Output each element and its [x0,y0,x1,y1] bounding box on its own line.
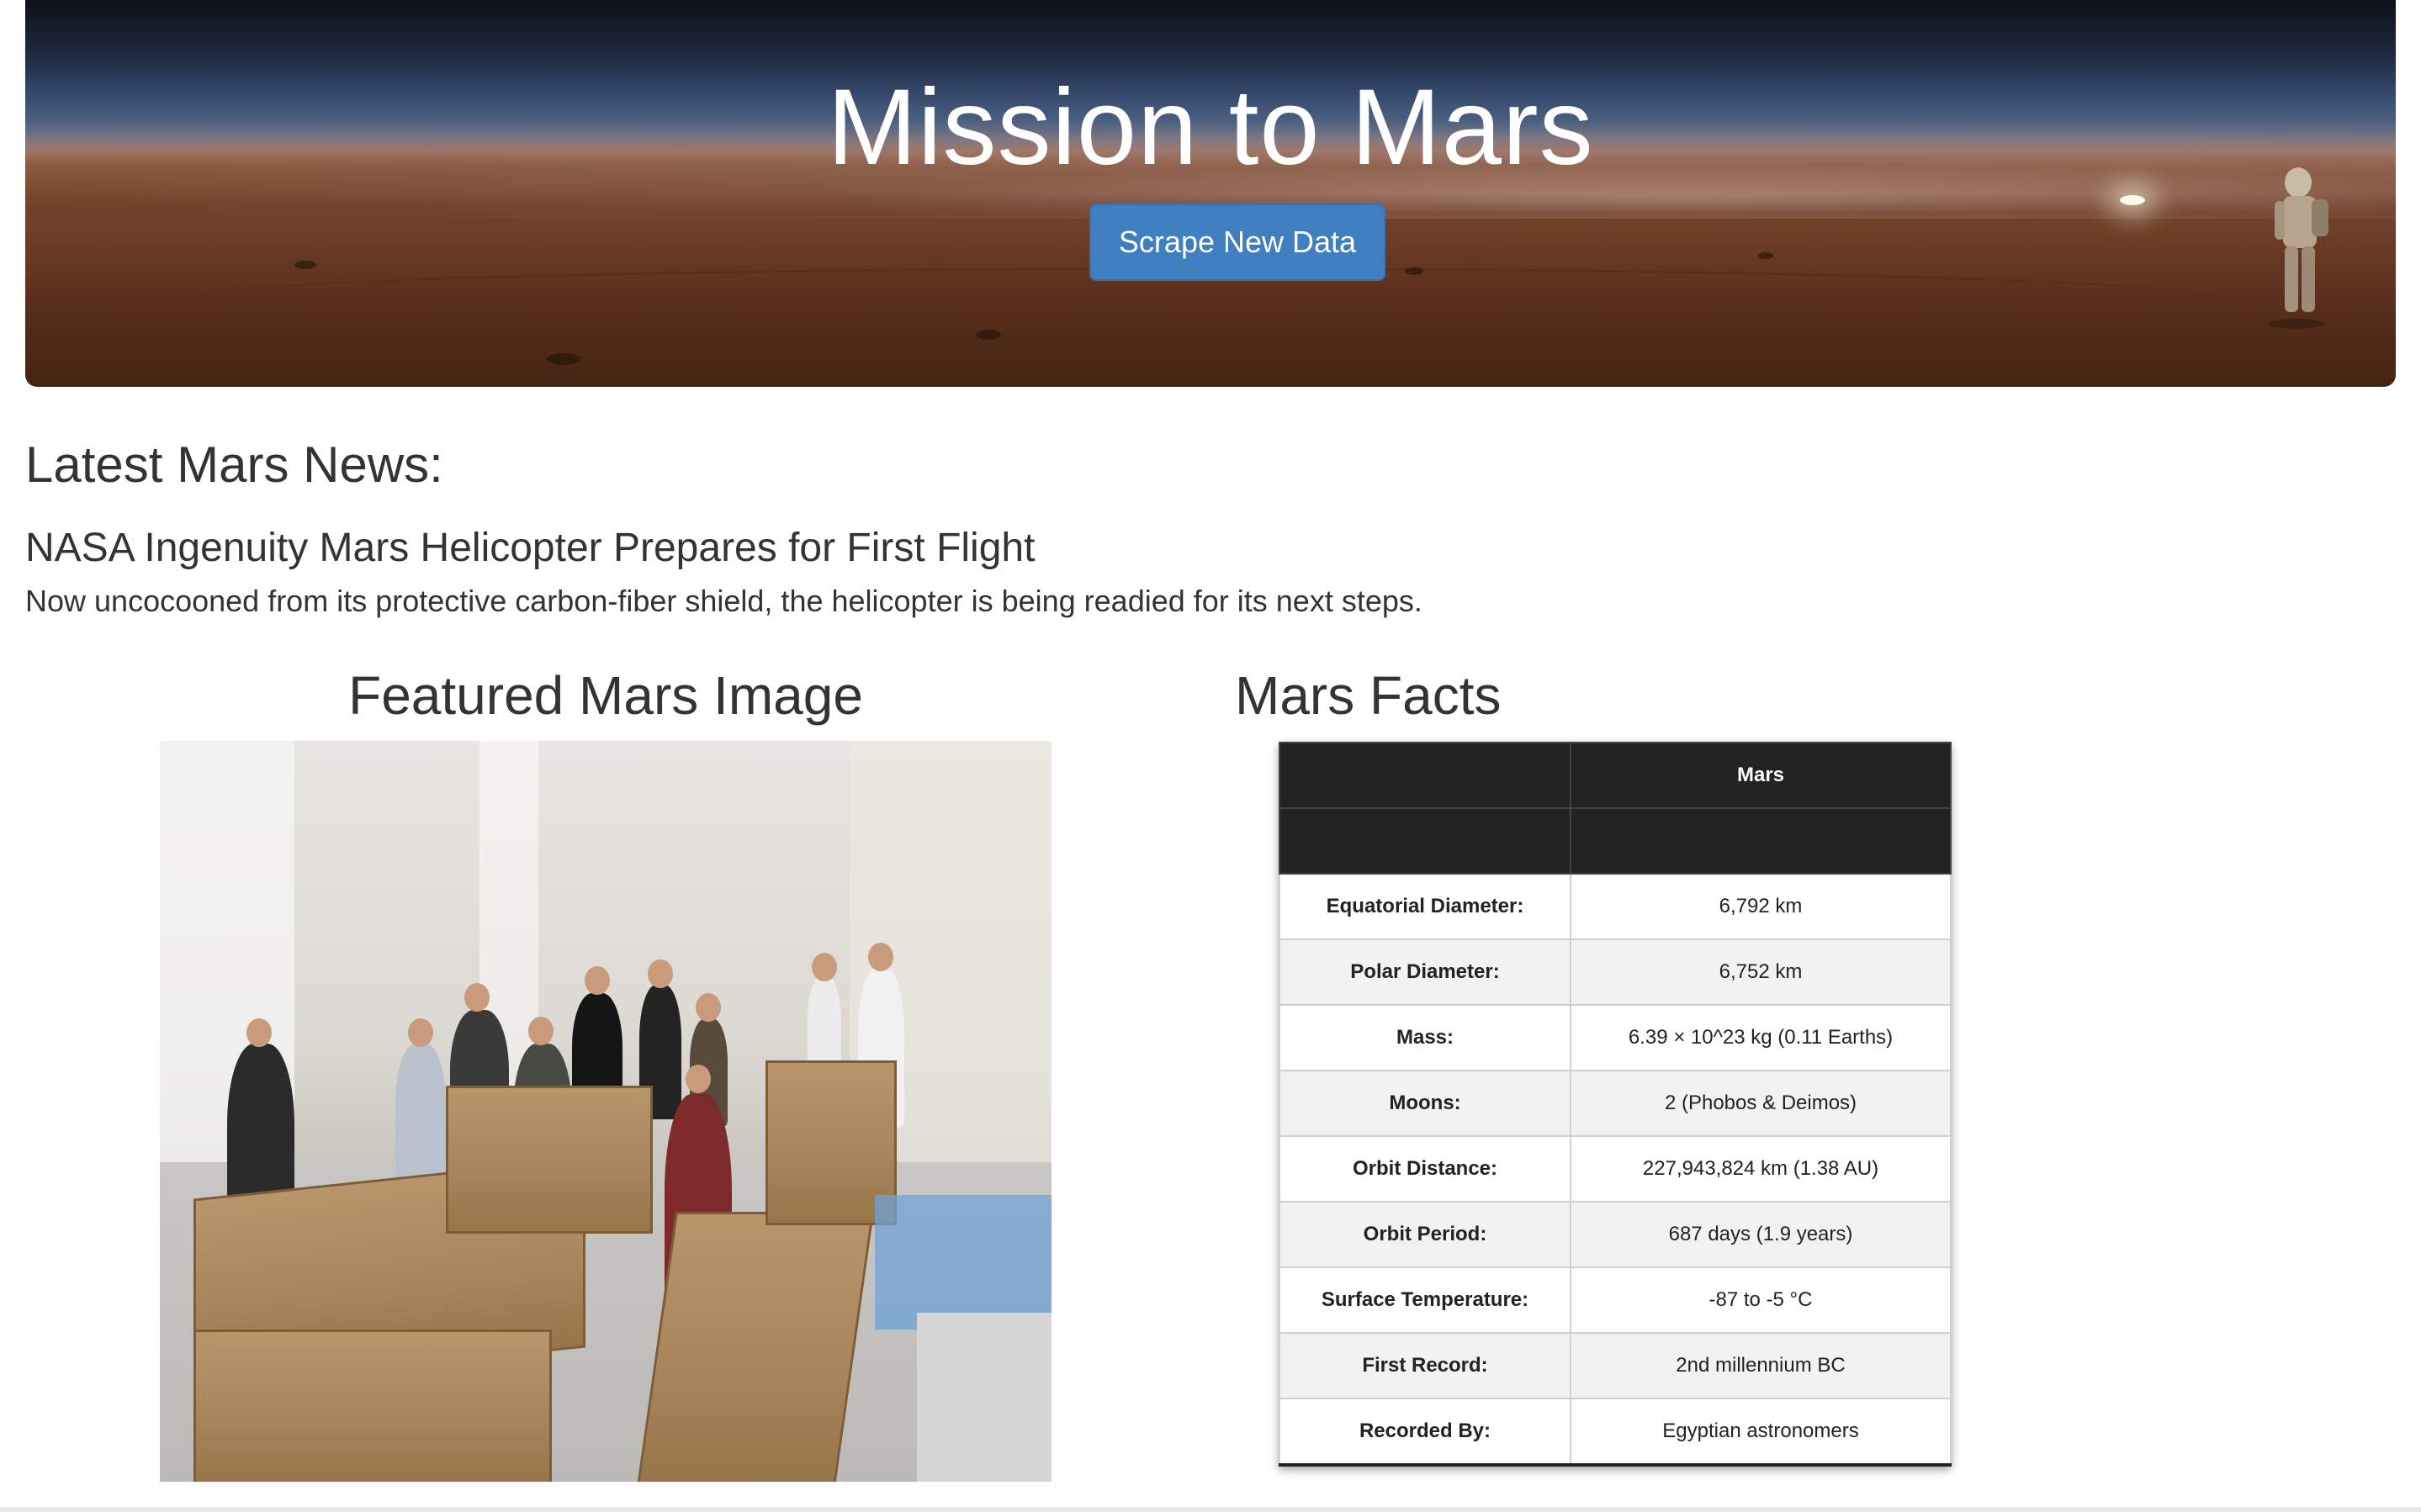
header-blank-cell [1279,742,1571,809]
fact-value: 687 days (1.9 years) [1570,1201,1952,1268]
fact-label: Orbit Distance: [1279,1135,1571,1203]
mars-hero-banner: Mission to Mars Scrape New Data [25,0,2396,387]
person-head [812,953,837,981]
rock [1405,267,1423,275]
cabinet [917,1313,1052,1482]
person-head [464,983,490,1012]
fact-label: Polar Diameter: [1279,938,1571,1006]
fact-value: 6,752 km [1570,938,1952,1006]
table-row: Equatorial Diameter: 6,792 km [1279,873,1952,940]
fact-value: 2 (Phobos & Deimos) [1570,1070,1952,1137]
page: Mission to Mars Scrape New Data Latest M… [0,0,2421,1512]
fact-value: 6.39 × 10^23 kg (0.11 Earths) [1570,1004,1952,1071]
page-bottom-divider [0,1507,2421,1512]
person-head [648,960,673,988]
mars-facts-table: Mars Equatorial Diameter: 6,792 km Polar… [1279,742,1952,1467]
mars-facts-heading: Mars Facts [1235,665,1502,726]
table-row: Orbit Period: 687 days (1.9 years) [1279,1201,1952,1268]
table-row: Surface Temperature: -87 to -5 °C [1279,1266,1952,1334]
rock [547,353,580,365]
scrape-new-data-button[interactable]: Scrape New Data [1089,204,1385,281]
equipment-cart [875,1195,1052,1330]
fact-value: 227,943,824 km (1.38 AU) [1570,1135,1952,1203]
fact-label: Surface Temperature: [1279,1266,1571,1334]
fact-label: Recorded By: [1279,1398,1571,1467]
fact-value: -87 to -5 °C [1570,1266,1952,1334]
astronaut-figure [2268,167,2328,329]
rock [976,330,1001,340]
table-row: Mass: 6.39 × 10^23 kg (0.11 Earths) [1279,1004,1952,1071]
table-row: Polar Diameter: 6,752 km [1279,938,1952,1006]
table-header-row [1279,807,1952,875]
news-teaser: Now uncocooned from its protective carbo… [25,584,1422,618]
shipping-crate [446,1086,653,1234]
person-head [585,966,610,995]
news-title: NASA Ingenuity Mars Helicopter Prepares … [25,526,1036,570]
fact-value: 6,792 km [1570,873,1952,940]
header-blank-cell [1279,807,1571,875]
person-head [408,1018,433,1047]
header-blank-cell [1570,807,1952,875]
table-row: Recorded By: Egyptian astronomers [1279,1398,1952,1467]
fact-label: Equatorial Diameter: [1279,873,1571,940]
distant-sun [2120,195,2145,205]
news-heading: Latest Mars News: [25,436,443,493]
fact-label: Moons: [1279,1070,1571,1137]
table-header-row: Mars [1279,742,1952,809]
header-mars-cell: Mars [1570,742,1952,809]
person-head [246,1018,272,1047]
page-title: Mission to Mars [827,67,1594,188]
person-head [528,1017,554,1045]
fact-label: Orbit Period: [1279,1201,1571,1268]
fact-value: Egyptian astronomers [1570,1398,1952,1467]
featured-mars-image[interactable] [160,741,1052,1482]
table-row: First Record: 2nd millennium BC [1279,1332,1952,1399]
person-head [696,993,721,1022]
table-row: Moons: 2 (Phobos & Deimos) [1279,1070,1952,1137]
featured-image-heading: Featured Mars Image [348,665,863,726]
fact-value: 2nd millennium BC [1570,1332,1952,1399]
fact-label: Mass: [1279,1004,1571,1071]
rock [1758,252,1773,259]
table-row: Orbit Distance: 227,943,824 km (1.38 AU) [1279,1135,1952,1203]
rock [294,261,316,269]
fact-label: First Record: [1279,1332,1571,1399]
person-head [686,1065,711,1093]
shipping-crate [193,1330,552,1482]
person-head [868,943,893,971]
shipping-crate [637,1212,874,1482]
